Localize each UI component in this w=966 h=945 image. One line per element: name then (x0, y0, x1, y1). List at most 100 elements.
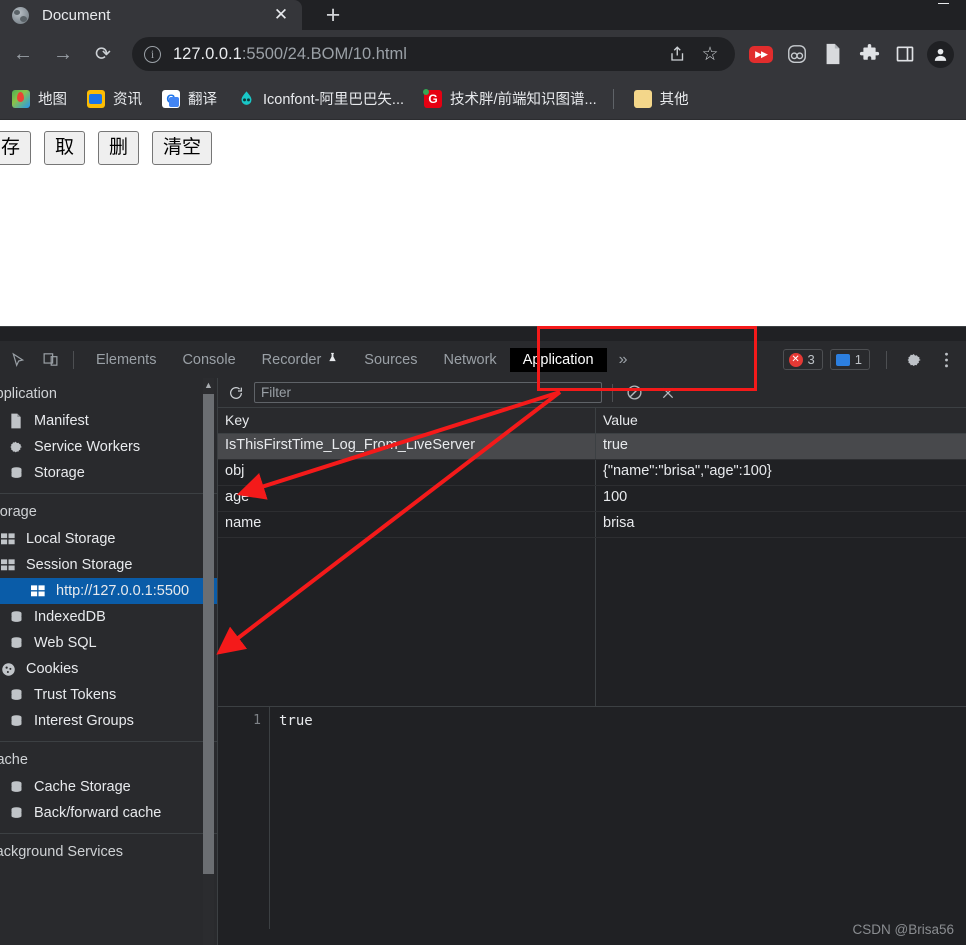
tab-application[interactable]: Application (509, 347, 607, 372)
sidebar-item-label: Service Workers (34, 439, 141, 455)
column-header-value[interactable]: Value (596, 408, 966, 433)
sidebar-item-trust-tokens[interactable]: Trust Tokens (0, 682, 218, 708)
screenshot-root: Document ✕ + ← → ⟳ i 127.0.0.1:5500/24.B… (0, 0, 966, 945)
close-icon[interactable]: ✕ (270, 4, 292, 26)
clear-button[interactable]: 清空 (152, 131, 213, 165)
filter-input[interactable]: Filter (254, 382, 602, 403)
sidebar-item-storage[interactable]: Storage (0, 460, 218, 486)
table-icon (0, 530, 18, 548)
sidebar-item-label: Manifest (34, 413, 89, 429)
message-count: 1 (854, 352, 862, 367)
sidebar-item-cache-storage[interactable]: Cache Storage (0, 774, 218, 800)
message-icon (835, 353, 850, 366)
forward-button[interactable]: → (46, 37, 80, 71)
browser-tab[interactable]: Document ✕ (0, 0, 302, 30)
window-controls (846, 0, 966, 10)
bookmark-item-translate[interactable]: G 翻译 (154, 85, 225, 113)
address-bar[interactable]: i 127.0.0.1:5500/24.BOM/10.html ☆ (132, 37, 735, 71)
device-toggle-icon[interactable] (36, 346, 64, 374)
devtools-tab-bar: Elements Console Recorder Sources Networ… (0, 341, 966, 378)
new-tab-button[interactable]: + (316, 0, 350, 30)
sidebar-divider (0, 741, 218, 742)
bookmark-item-maps[interactable]: 地图 (4, 85, 75, 113)
sidebar-item-session-storage[interactable]: ▾ Session Storage (0, 552, 218, 578)
three-dots-icon[interactable] (932, 346, 960, 374)
value-preview-panel: 1 true (218, 706, 966, 929)
maps-icon (12, 89, 30, 108)
side-panel-icon[interactable] (890, 39, 920, 69)
delete-button[interactable]: 删 (98, 131, 140, 165)
tab-elements[interactable]: Elements (83, 348, 169, 372)
tab-recorder[interactable]: Recorder (249, 347, 352, 372)
sidebar-item-label: http://127.0.0.1:5500 (56, 583, 190, 599)
sidebar-item-label: Web SQL (34, 635, 97, 651)
cookie-icon (0, 660, 18, 678)
sidebar-item-interest-groups[interactable]: Interest Groups (0, 708, 218, 734)
reload-button[interactable]: ⟳ (86, 37, 120, 71)
sidebar-item-session-storage-origin[interactable]: http://127.0.0.1:5500 (0, 578, 218, 604)
inspect-arrow-icon[interactable] (4, 346, 32, 374)
sidebar-section-cache: Cache (0, 752, 28, 768)
sidebar-item-cookies[interactable]: ▸ Cookies (0, 656, 218, 682)
message-count-badge[interactable]: 1 (829, 349, 870, 370)
table-empty-area (218, 538, 596, 706)
document-extension-icon[interactable] (818, 39, 848, 69)
tab-network[interactable]: Network (431, 348, 510, 372)
minimize-button[interactable] (920, 0, 966, 6)
url-host: 127.0.0.1 (173, 44, 242, 63)
sidebar-item-label: Cache Storage (34, 779, 131, 795)
pocket-icon[interactable] (782, 39, 812, 69)
error-count-badge[interactable]: ✕ 3 (782, 349, 823, 370)
database-icon (6, 634, 26, 652)
sidebar-item-label: Storage (34, 465, 85, 481)
bookmark-item-jishupang[interactable]: G 技术胖/前端知识图谱... (416, 85, 605, 113)
sidebar-item-manifest[interactable]: Manifest (0, 408, 218, 434)
back-button[interactable]: ← (6, 37, 40, 71)
sidebar-item-service-workers[interactable]: Service Workers (0, 434, 218, 460)
sidebar-scrollbar-thumb[interactable] (203, 394, 214, 874)
sidebar-item-web-sql[interactable]: Web SQL (0, 630, 218, 656)
status-divider (886, 350, 887, 369)
column-header-key[interactable]: Key (218, 408, 596, 433)
sidebar-item-indexeddb[interactable]: IndexedDB (0, 604, 218, 630)
cell-value: {"name":"brisa","age":100} (603, 463, 772, 479)
refresh-icon[interactable] (224, 381, 248, 405)
site-info-icon[interactable]: i (144, 45, 161, 63)
sidebar-section-storage: Storage (0, 504, 37, 520)
bookmark-folder-other[interactable]: 其他 (626, 85, 697, 113)
bookmark-item-iconfont[interactable]: Iconfont-阿里巴巴矢... (229, 85, 412, 113)
sidebar-item-label: Local Storage (26, 531, 116, 547)
table-row[interactable]: obj {"name":"brisa","age":100} (218, 460, 966, 486)
flask-icon (327, 351, 338, 368)
get-button[interactable]: 取 (44, 131, 86, 165)
video-speed-controller-icon[interactable]: ▶▶ (746, 39, 776, 69)
save-button[interactable]: 存 (0, 131, 32, 165)
scroll-up-arrow-icon[interactable]: ▲ (203, 378, 214, 392)
extensions-puzzle-icon[interactable] (854, 39, 884, 69)
bookmark-star-icon[interactable]: ☆ (697, 41, 723, 67)
storage-key-value-table: Key Value IsThisFirstTime_Log_From_LiveS… (218, 408, 966, 706)
globe-icon (12, 6, 29, 24)
table-row[interactable]: IsThisFirstTime_Log_From_LiveServer true (218, 434, 966, 460)
error-count: 3 (807, 352, 815, 367)
table-row[interactable]: age 100 (218, 486, 966, 512)
jishupang-icon: G (423, 88, 443, 108)
sidebar-item-back-forward-cache[interactable]: Back/forward cache (0, 800, 218, 826)
profile-avatar[interactable] (927, 40, 954, 68)
bookmark-item-news[interactable]: 资讯 (79, 85, 150, 113)
tab-label: Console (182, 351, 236, 368)
bookmark-label: 地图 (38, 92, 67, 108)
database-icon (6, 686, 26, 704)
tab-console[interactable]: Console (169, 348, 248, 372)
clear-all-icon[interactable] (621, 380, 647, 406)
tab-label: Application (522, 351, 594, 368)
share-icon[interactable] (665, 41, 691, 67)
gear-icon[interactable] (900, 346, 928, 374)
sidebar-item-local-storage[interactable]: ▸ Local Storage (0, 526, 218, 552)
table-row[interactable]: name brisa (218, 512, 966, 538)
more-tabs-button[interactable]: » (607, 351, 640, 369)
sidebar-item-label: Session Storage (26, 557, 133, 573)
delete-x-icon[interactable] (655, 380, 681, 406)
sidebar-item-label: Interest Groups (34, 713, 134, 729)
tab-sources[interactable]: Sources (351, 348, 430, 372)
